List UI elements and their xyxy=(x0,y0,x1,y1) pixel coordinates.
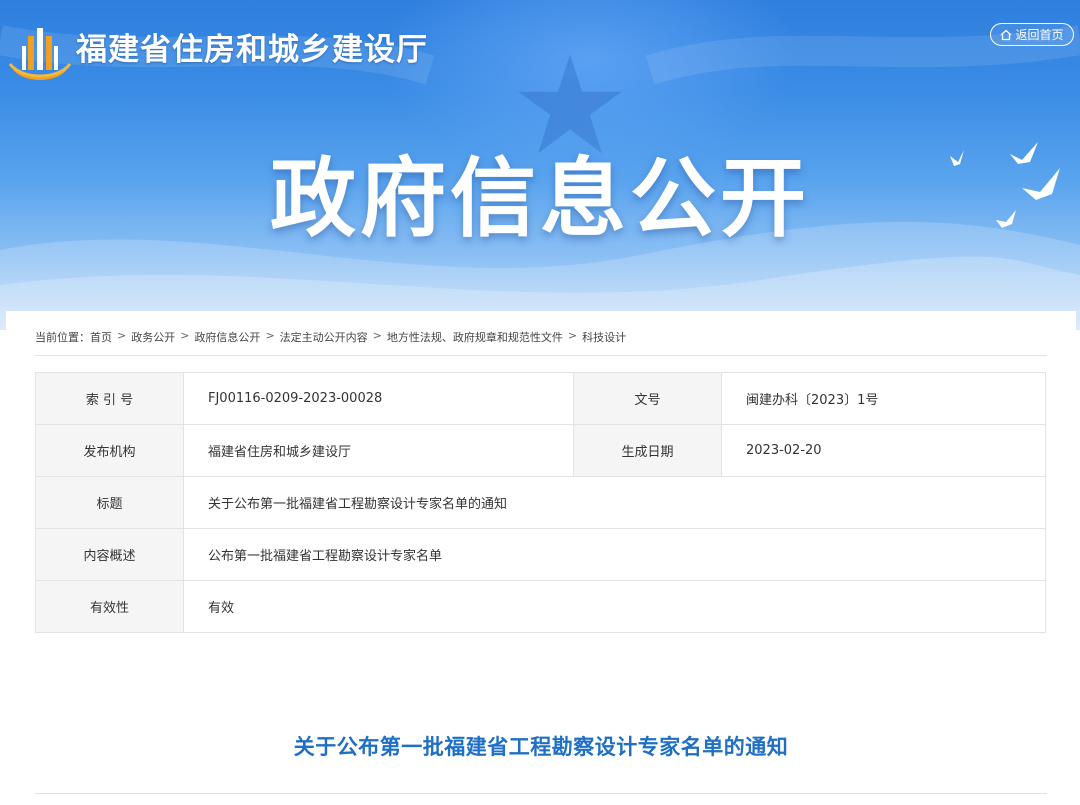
breadcrumb-separator: > xyxy=(265,329,275,342)
index-number-value: FJ00116-0209-2023-00028 xyxy=(183,372,574,425)
date-value: 2023-02-20 xyxy=(721,424,1046,477)
breadcrumb-separator: > xyxy=(372,329,382,342)
validity-value: 有效 xyxy=(183,580,1046,633)
breadcrumb-separator: > xyxy=(180,329,190,342)
summary-value: 公布第一批福建省工程勘察设计专家名单 xyxy=(183,528,1046,581)
title-value: 关于公布第一批福建省工程勘察设计专家名单的通知 xyxy=(183,476,1046,529)
content-panel: 当前位置： 首页 > 政务公开 > 政府信息公开 > 法定主动公开内容 > 地方… xyxy=(6,311,1076,805)
index-number-label: 索 引 号 xyxy=(35,372,184,425)
breadcrumb-item-gov-info-disclosure[interactable]: 政府信息公开 xyxy=(194,329,260,345)
date-label: 生成日期 xyxy=(573,424,722,477)
article-divider xyxy=(35,793,1047,794)
table-row: 内容概述 公布第一批福建省工程勘察设计专家名单 xyxy=(35,528,1046,581)
breadcrumb-item-government-affairs[interactable]: 政务公开 xyxy=(131,329,175,345)
publisher-value: 福建省住房和城乡建设厅 xyxy=(183,424,574,477)
breadcrumb-item-statutory-content[interactable]: 法定主动公开内容 xyxy=(280,329,368,345)
table-row: 索 引 号 FJ00116-0209-2023-00028 文号 闽建办科〔20… xyxy=(35,372,1046,425)
breadcrumb: 当前位置： 首页 > 政务公开 > 政府信息公开 > 法定主动公开内容 > 地方… xyxy=(35,329,1047,356)
banner-title: 政府信息公开 xyxy=(270,149,810,249)
hero-banner: 福建省住房和城乡建设厅 返回首页 政府信息公开 xyxy=(0,0,1080,330)
site-name: 福建省住房和城乡建设厅 xyxy=(76,31,428,68)
breadcrumb-prefix: 当前位置： xyxy=(35,331,90,344)
document-number-value: 闽建办科〔2023〕1号 xyxy=(721,372,1046,425)
building-emblem-icon xyxy=(8,28,72,80)
breadcrumb-separator: > xyxy=(567,329,578,342)
validity-label: 有效性 xyxy=(35,580,184,633)
breadcrumb-item-home[interactable]: 首页 xyxy=(90,329,112,345)
table-row: 标题 关于公布第一批福建省工程勘察设计专家名单的通知 xyxy=(35,476,1046,529)
back-home-label: 返回首页 xyxy=(1015,28,1064,42)
back-home-button[interactable]: 返回首页 xyxy=(990,23,1074,46)
document-number-label: 文号 xyxy=(573,372,722,425)
home-icon xyxy=(1001,29,1012,40)
dove-icon xyxy=(950,142,1060,228)
breadcrumb-item-tech-design[interactable]: 科技设计 xyxy=(582,329,626,345)
summary-label: 内容概述 xyxy=(35,528,184,581)
breadcrumb-item-regulations[interactable]: 地方性法规、政府规章和规范性文件 xyxy=(387,329,563,345)
table-row: 有效性 有效 xyxy=(35,580,1046,633)
document-info-table: 索 引 号 FJ00116-0209-2023-00028 文号 闽建办科〔20… xyxy=(35,372,1046,633)
title-label: 标题 xyxy=(35,476,184,529)
article-title: 关于公布第一批福建省工程勘察设计专家名单的通知 xyxy=(293,735,789,759)
site-brand[interactable]: 福建省住房和城乡建设厅 xyxy=(8,20,428,90)
table-row: 发布机构 福建省住房和城乡建设厅 生成日期 2023-02-20 xyxy=(35,424,1046,477)
publisher-label: 发布机构 xyxy=(35,424,184,477)
breadcrumb-separator: > xyxy=(117,329,127,342)
